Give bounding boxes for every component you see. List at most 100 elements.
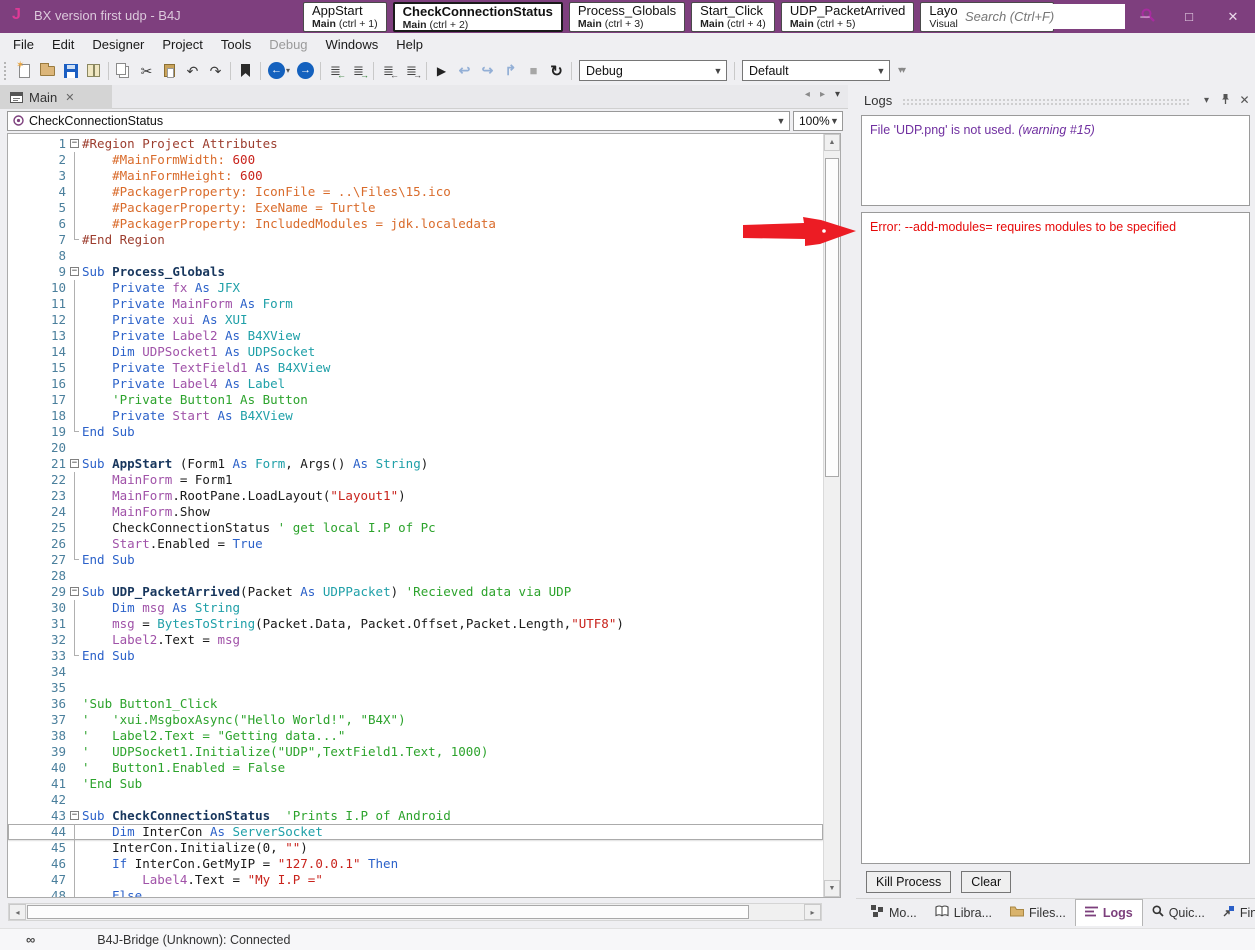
code-line[interactable]: 48 Else: [8, 888, 823, 897]
code-line[interactable]: 2 #MainFormWidth: 600: [8, 152, 823, 168]
code-line[interactable]: 47 Label4.Text = "My I.P =": [8, 872, 823, 888]
code-line[interactable]: 11 Private MainForm As Form: [8, 296, 823, 312]
step-out-icon[interactable]: ↱: [499, 60, 522, 82]
build-package-icon[interactable]: [82, 60, 105, 82]
fold-toggle-icon[interactable]: −: [70, 267, 79, 276]
code-line[interactable]: 28: [8, 568, 823, 584]
menu-file[interactable]: File: [4, 35, 43, 54]
code-line[interactable]: 27 End Sub: [8, 552, 823, 568]
panel-tab-libra[interactable]: Libra...: [926, 899, 1001, 926]
build-mode-combobox[interactable]: Debug ▼: [579, 60, 727, 81]
minimize-button[interactable]: ─: [1123, 0, 1167, 33]
paste-icon[interactable]: [158, 60, 181, 82]
code-line[interactable]: 16 Private Label4 As Label: [8, 376, 823, 392]
code-line[interactable]: 23 MainForm.RootPane.LoadLayout("Layout1…: [8, 488, 823, 504]
panel-tab-mo[interactable]: Mo...: [862, 899, 926, 926]
menu-designer[interactable]: Designer: [83, 35, 153, 54]
code-line[interactable]: 33 End Sub: [8, 648, 823, 664]
fold-toggle-icon[interactable]: −: [70, 459, 79, 468]
fold-toggle-icon[interactable]: −: [70, 811, 79, 820]
scroll-down-icon[interactable]: ▼: [824, 880, 840, 897]
code-line[interactable]: 13 Private Label2 As B4XView: [8, 328, 823, 344]
code-line[interactable]: 10 Private fx As JFX: [8, 280, 823, 296]
fold-toggle-icon[interactable]: −: [70, 587, 79, 596]
indent-icon[interactable]: ≣: [400, 60, 423, 82]
undo-icon[interactable]: ↶: [181, 60, 204, 82]
code-line[interactable]: 14 Dim UDPSocket1 As UDPSocket: [8, 344, 823, 360]
code-editor[interactable]: 1− #Region Project Attributes 2 #MainFormW…: [7, 133, 841, 898]
cut-icon[interactable]: ✂: [135, 60, 158, 82]
code-line[interactable]: 34: [8, 664, 823, 680]
zoom-combobox[interactable]: 100% ▼: [793, 111, 843, 131]
code-line[interactable]: 36 'Sub Button1_Click: [8, 696, 823, 712]
search-box[interactable]: [958, 4, 1155, 29]
code-line[interactable]: 17 'Private Button1 As Button: [8, 392, 823, 408]
code-line[interactable]: 35: [8, 680, 823, 696]
comment-icon[interactable]: ≣: [324, 60, 347, 82]
scroll-right-icon[interactable]: ▸: [804, 904, 821, 920]
code-line[interactable]: 15 Private TextField1 As B4XView: [8, 360, 823, 376]
code-line[interactable]: 26 Start.Enabled = True: [8, 536, 823, 552]
sub-selector-combobox[interactable]: CheckConnectionStatus ▼: [7, 111, 790, 131]
run-icon[interactable]: ▶: [430, 60, 453, 82]
code-line[interactable]: 25 CheckConnectionStatus ' get local I.P…: [8, 520, 823, 536]
close-tab-icon[interactable]: ✕: [65, 91, 74, 104]
restart-icon[interactable]: ↻: [545, 60, 568, 82]
code-line[interactable]: 9− Sub Process_Globals: [8, 264, 823, 280]
fold-toggle-icon[interactable]: −: [70, 139, 79, 148]
code-line[interactable]: 3 #MainFormHeight: 600: [8, 168, 823, 184]
code-line[interactable]: 21− Sub AppStart (Form1 As Form, Args() A…: [8, 456, 823, 472]
panel-tab-find[interactable]: Find...: [1214, 899, 1255, 926]
quick-tab-udp_packetarrived[interactable]: UDP_PacketArrived Main (ctrl + 5): [780, 2, 915, 32]
panel-menu-icon[interactable]: ▾: [1198, 95, 1215, 106]
editor-tab-main[interactable]: Main ✕: [0, 85, 112, 109]
code-line[interactable]: 42: [8, 792, 823, 808]
menu-windows[interactable]: Windows: [317, 35, 388, 54]
tab-scroll-left-icon[interactable]: ◂: [805, 89, 810, 100]
search-input[interactable]: [958, 6, 1141, 27]
quick-tab-checkconnectionstatus[interactable]: CheckConnectionStatus Main (ctrl + 2): [392, 2, 563, 32]
menu-edit[interactable]: Edit: [43, 35, 83, 54]
panel-tab-logs[interactable]: Logs: [1074, 899, 1143, 926]
bookmark-icon[interactable]: [234, 60, 257, 82]
code-line[interactable]: 46 If InterCon.GetMyIP = "127.0.0.1" The…: [8, 856, 823, 872]
panel-tab-quic[interactable]: Quic...: [1143, 899, 1214, 926]
code-line[interactable]: 40 ' Button1.Enabled = False: [8, 760, 823, 776]
step-into-icon[interactable]: ↩: [453, 60, 476, 82]
stop-icon[interactable]: ■: [522, 60, 545, 82]
code-line[interactable]: 6 #PackagerProperty: IncludedModules = j…: [8, 216, 823, 232]
scroll-up-icon[interactable]: ▲: [824, 134, 840, 151]
code-line[interactable]: 19 End Sub: [8, 424, 823, 440]
navigate-forward-icon[interactable]: →: [294, 60, 317, 82]
vertical-scroll-thumb[interactable]: [825, 158, 839, 477]
tab-list-dropdown-icon[interactable]: ▾: [835, 89, 840, 100]
new-project-icon[interactable]: ✶: [13, 60, 36, 82]
toolbar-grip[interactable]: [4, 61, 9, 80]
copy-icon[interactable]: [112, 60, 135, 82]
save-icon[interactable]: [59, 60, 82, 82]
toolbar-overflow-icon[interactable]: ▾▾: [898, 65, 906, 76]
tab-scroll-right-icon[interactable]: ▸: [820, 89, 825, 100]
code-line[interactable]: 43− Sub CheckConnectionStatus 'Prints I.P…: [8, 808, 823, 824]
code-line[interactable]: 24 MainForm.Show: [8, 504, 823, 520]
code-line[interactable]: 8: [8, 248, 823, 264]
maximize-button[interactable]: □: [1167, 0, 1211, 33]
code-line[interactable]: 37 ' 'xui.MsgboxAsync("Hello World!", "B4…: [8, 712, 823, 728]
code-line[interactable]: 1− #Region Project Attributes: [8, 136, 823, 152]
code-line[interactable]: 18 Private Start As B4XView: [8, 408, 823, 424]
quick-tab-process_globals[interactable]: Process_Globals Main (ctrl + 3): [568, 2, 686, 32]
code-line[interactable]: 44 Dim InterCon As ServerSocket: [8, 824, 823, 840]
step-over-icon[interactable]: ↪: [476, 60, 499, 82]
vertical-scrollbar[interactable]: ▲ ▼: [823, 134, 840, 897]
quick-tab-appstart[interactable]: AppStart Main (ctrl + 1): [303, 2, 387, 32]
horizontal-scrollbar[interactable]: ◂ ▸: [8, 903, 822, 921]
menu-tools[interactable]: Tools: [212, 35, 260, 54]
close-panel-icon[interactable]: ✕: [1236, 93, 1253, 107]
code-line[interactable]: 5 #PackagerProperty: ExeName = Turtle: [8, 200, 823, 216]
horizontal-scroll-thumb[interactable]: [27, 905, 749, 919]
quick-tab-start_click[interactable]: Start_Click Main (ctrl + 4): [691, 2, 775, 32]
menu-project[interactable]: Project: [153, 35, 211, 54]
close-button[interactable]: ✕: [1211, 0, 1255, 33]
clear-button[interactable]: Clear: [961, 871, 1012, 893]
code-line[interactable]: 22 MainForm = Form1: [8, 472, 823, 488]
